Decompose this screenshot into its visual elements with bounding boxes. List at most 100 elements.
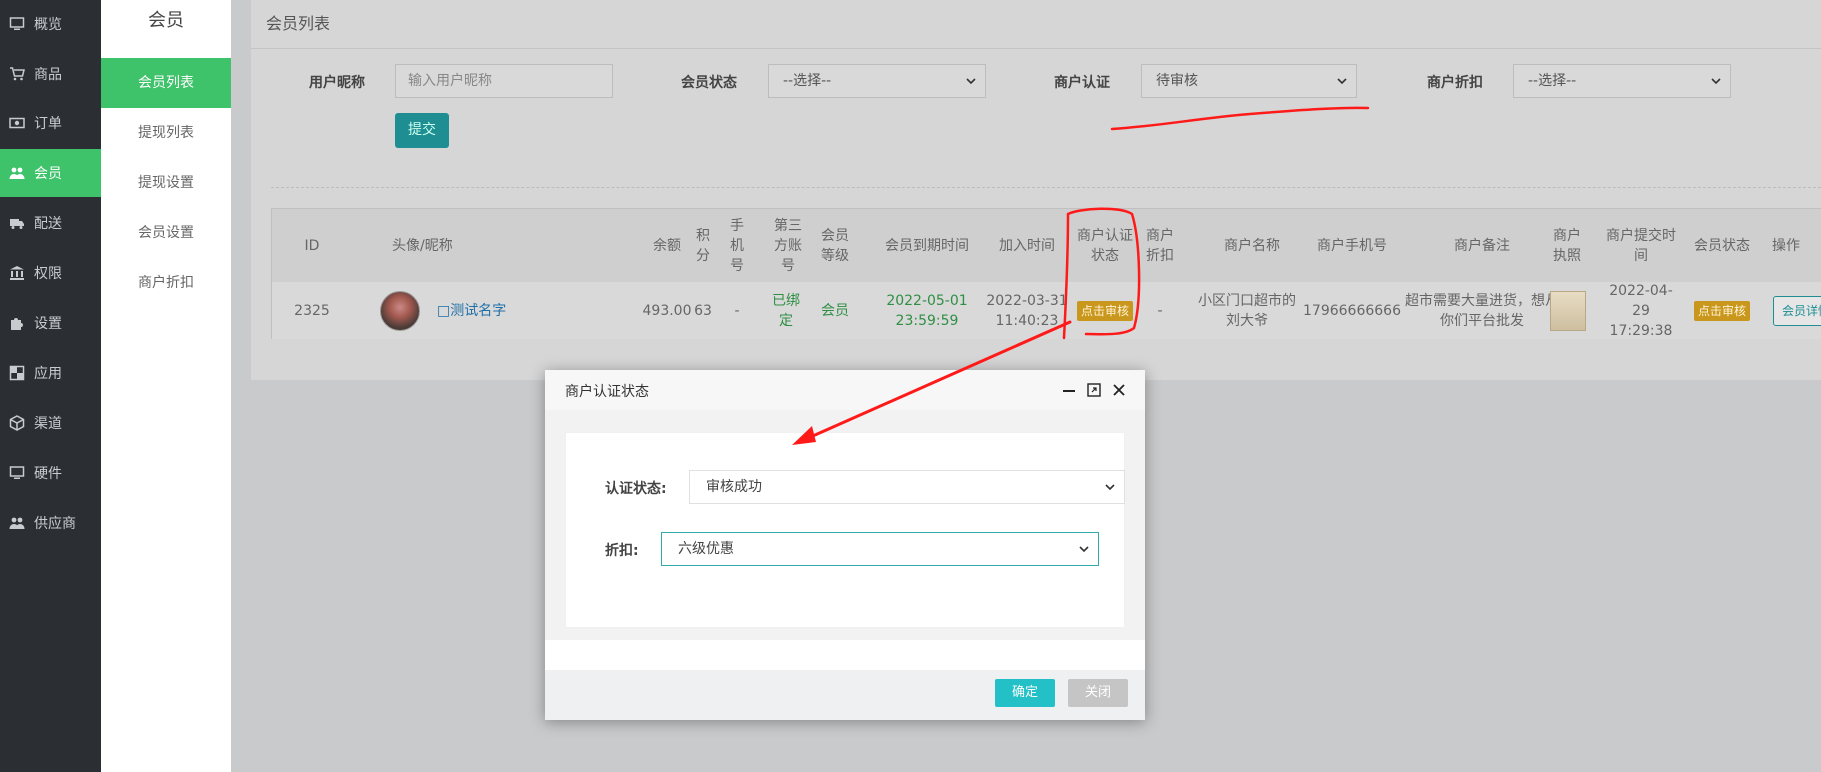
discount-value: 六级优惠 — [678, 541, 734, 557]
th-balance: 余额 — [653, 237, 681, 254]
nav-item-settings[interactable]: 设置 — [0, 299, 101, 347]
avatar — [379, 290, 421, 332]
nav-item-label: 订单 — [34, 116, 62, 132]
nav-item-apps[interactable]: 应用 — [0, 349, 101, 397]
th-auth-status: 商户认证状态 — [1077, 227, 1133, 264]
cell-remark: 超市需要大量进货，想从你们平台批发 — [1405, 292, 1559, 329]
nav-item-label: 供应商 — [34, 516, 76, 532]
table-header: ID 头像/昵称 余额 积分 手机号 第三方账号 会员等级 会员到期时间 加入时… — [272, 209, 1821, 282]
discount-select[interactable]: 六级优惠 — [661, 532, 1099, 566]
th-discount: 商户折扣 — [1146, 227, 1174, 264]
cell-nickname[interactable]: □测试名字 — [437, 282, 527, 339]
th-points: 积分 — [696, 227, 710, 264]
sub-item-withdraw-list[interactable]: 提现列表 — [101, 108, 231, 158]
nav-item-label: 商品 — [34, 67, 62, 83]
nav-item-orders[interactable]: 订单 — [0, 99, 101, 147]
merchant-auth-value: 待审核 — [1156, 73, 1198, 89]
member-status-select[interactable]: --选择-- — [768, 64, 986, 98]
nav-item-label: 权限 — [34, 266, 62, 282]
nav-item-label: 会员 — [34, 166, 62, 182]
monitor-icon — [8, 16, 26, 32]
nav-item-members[interactable]: 会员 — [0, 149, 101, 197]
nav-item-goods[interactable]: 商品 — [0, 50, 101, 98]
th-merchant-phone: 商户手机号 — [1317, 237, 1387, 254]
th-license: 商户执照 — [1553, 227, 1581, 264]
close-button[interactable]: 关闭 — [1068, 679, 1128, 707]
th-level: 会员等级 — [821, 227, 849, 264]
dialog-footer — [545, 670, 1145, 720]
sub-item-member-settings[interactable]: 会员设置 — [101, 208, 231, 258]
confirm-button[interactable]: 确定 — [995, 679, 1055, 707]
cell-id: 2325 — [294, 302, 330, 319]
license-image[interactable] — [1550, 291, 1586, 331]
sub-item-withdraw-settings[interactable]: 提现设置 — [101, 158, 231, 208]
nav-item-overview[interactable]: 概览 — [0, 0, 101, 48]
merchant-discount-select[interactable]: --选择-- — [1513, 64, 1731, 98]
minimize-icon[interactable] — [1061, 382, 1077, 398]
nav-item-label: 渠道 — [34, 416, 62, 432]
cell-points: 63 — [694, 302, 712, 319]
member-table: ID 头像/昵称 余额 积分 手机号 第三方账号 会员等级 会员到期时间 加入时… — [271, 208, 1821, 339]
money-icon — [8, 115, 26, 131]
dialog-title: 商户认证状态 — [565, 384, 649, 400]
chevron-down-icon — [966, 78, 976, 85]
users-icon — [8, 515, 26, 531]
users-icon — [8, 165, 26, 181]
cell-discount: - — [1157, 302, 1163, 319]
th-third-party: 第三方账号 — [774, 217, 802, 274]
th-merchant-name: 商户名称 — [1224, 237, 1280, 254]
sub-item-member-list[interactable]: 会员列表 — [101, 58, 231, 108]
nav-item-delivery[interactable]: 配送 — [0, 199, 101, 247]
th-remark: 商户备注 — [1454, 237, 1510, 254]
avatar-image — [380, 291, 420, 331]
auth-status-select[interactable]: 审核成功 — [689, 470, 1125, 504]
cell-member-status[interactable]: 点击审核 — [1682, 282, 1762, 339]
table-row: 2325 □测试名字 493.00 63 - 已绑定 会员 2022-05-01… — [272, 282, 1821, 339]
cell-license[interactable] — [1549, 290, 1587, 332]
member-detail-button[interactable]: 会员详情 — [1773, 295, 1821, 326]
nav-item-suppliers[interactable]: 供应商 — [0, 499, 101, 547]
maximize-icon[interactable] — [1086, 382, 1102, 398]
cell-third-party: 已绑定 — [772, 292, 800, 329]
nav-item-channels[interactable]: 渠道 — [0, 399, 101, 447]
th-action: 操作 — [1772, 237, 1800, 254]
main-nav: 概览 商品 订单 会员 配送 权限 设置 应用 渠道 硬件 供应商 — [0, 0, 101, 772]
merchant-auth-select[interactable]: 待审核 — [1141, 64, 1357, 98]
member-review-badge[interactable]: 点击审核 — [1693, 300, 1750, 321]
nav-item-label: 硬件 — [34, 466, 62, 482]
sub-menu-title: 会员 — [148, 10, 184, 31]
close-icon[interactable] — [1111, 382, 1127, 398]
dialog-header: 商户认证状态 — [545, 370, 1145, 410]
th-member-status: 会员状态 — [1694, 237, 1750, 254]
chevron-down-icon — [1337, 78, 1347, 85]
dialog-form — [565, 432, 1125, 628]
filter-divider — [271, 187, 1821, 188]
nickname-label: 用户昵称 — [309, 75, 365, 91]
cell-merchant-phone: 17966666666 — [1303, 302, 1401, 319]
nickname-input[interactable]: 输入用户昵称 — [395, 64, 613, 98]
nav-item-hardware[interactable]: 硬件 — [0, 449, 101, 497]
cube-icon — [8, 415, 26, 431]
nav-item-label: 应用 — [34, 366, 62, 382]
sub-menu: 会员 会员列表 提现列表 提现设置 会员设置 商户折扣 — [101, 0, 231, 772]
cart-icon — [8, 66, 26, 82]
cell-action[interactable]: 会员详情 — [1773, 282, 1821, 339]
cell-submit-time: 2022-04-29 17:29:38 — [1609, 282, 1673, 339]
member-status-label: 会员状态 — [681, 75, 737, 91]
puzzle-icon — [8, 315, 26, 331]
nav-item-label: 设置 — [34, 316, 62, 332]
auth-status-label: 认证状态: — [605, 481, 667, 497]
nav-item-label: 概览 — [34, 17, 62, 33]
cell-level: 会员 — [821, 302, 849, 319]
submit-button[interactable]: 提交 — [395, 113, 449, 148]
cell-phone: - — [734, 302, 740, 319]
merchant-auth-dialog: 商户认证状态 认证状态: 审核成功 折扣: 六级优惠 确定 关闭 — [545, 370, 1145, 720]
nav-item-permission[interactable]: 权限 — [0, 249, 101, 297]
cell-auth-status[interactable]: 点击审核 — [1072, 282, 1138, 339]
sub-item-merchant-discount[interactable]: 商户折扣 — [101, 258, 231, 308]
auth-review-badge[interactable]: 点击审核 — [1076, 300, 1133, 321]
nav-item-label: 配送 — [34, 216, 62, 232]
discount-label: 折扣: — [605, 543, 639, 559]
title-divider — [251, 48, 1821, 49]
merchant-discount-value: --选择-- — [1528, 73, 1577, 89]
